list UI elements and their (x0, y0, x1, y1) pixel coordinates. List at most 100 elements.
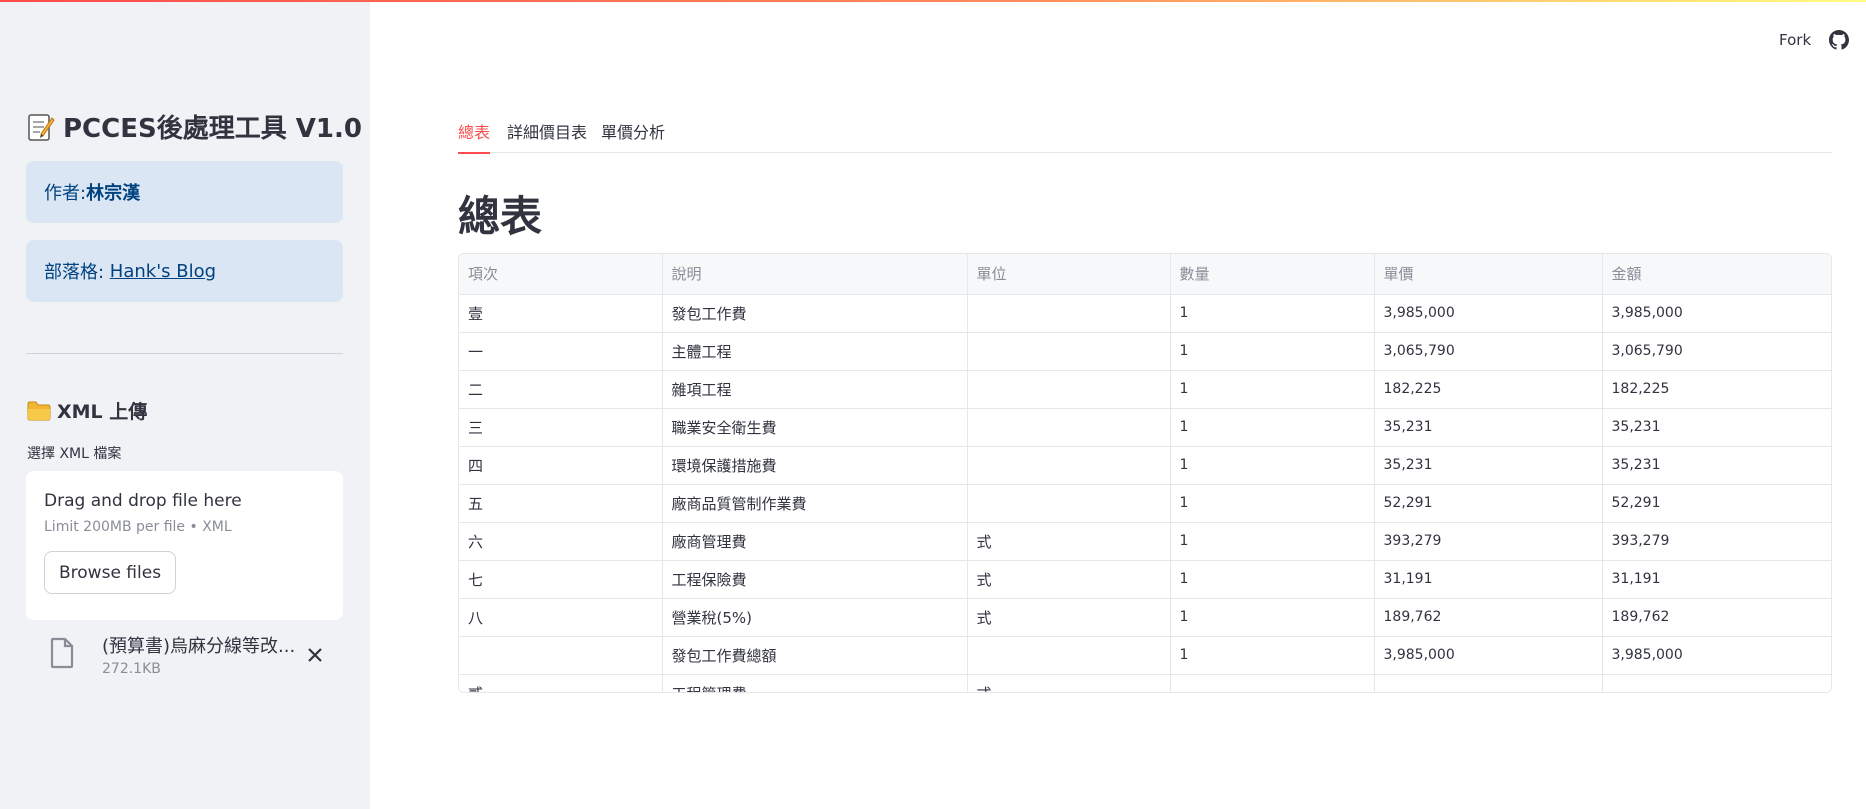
dropzone-text: Drag and drop file here (44, 491, 242, 511)
cell-amount[interactable]: 3,985,000 (1602, 294, 1831, 333)
cell-unit-price[interactable]: 3,985,000 (1374, 636, 1603, 675)
cell-quantity[interactable]: 1 (1170, 370, 1375, 409)
page-title: 總表 (458, 192, 543, 241)
cell-item-no[interactable]: 貳 (459, 674, 663, 692)
cell-item-no[interactable]: 一 (459, 332, 663, 371)
cell-description[interactable]: 雜項工程 (662, 370, 968, 409)
table-header-row: 項次 說明 單位 數量 單價 金額 (459, 254, 1831, 295)
author-info-box: 作者: 林宗漢 (26, 161, 343, 223)
cell-amount[interactable]: 31,191 (1602, 560, 1831, 599)
summary-data-table: 項次 說明 單位 數量 單價 金額 壹發包工作費 1 3,985,000 3,985,… (459, 254, 1831, 692)
cell-unit[interactable] (967, 370, 1171, 409)
cell-description[interactable]: 廠商管理費 (662, 522, 968, 561)
cell-description[interactable]: 廠商品質管制作業費 (662, 484, 968, 523)
cell-unit[interactable] (967, 446, 1171, 485)
column-header-quantity[interactable]: 數量 (1170, 254, 1375, 295)
cell-item-no[interactable]: 八 (459, 598, 663, 637)
cell-quantity[interactable]: 1 (1170, 294, 1375, 333)
cell-unit[interactable] (967, 294, 1171, 333)
cell-unit[interactable] (967, 408, 1171, 447)
cell-unit-price[interactable]: 182,225 (1374, 370, 1603, 409)
cell-unit[interactable]: 式 (967, 598, 1171, 637)
cell-item-no[interactable]: 七 (459, 560, 663, 599)
table-row: 壹發包工作費 1 3,985,000 3,985,000 (459, 294, 1831, 333)
folder-icon (27, 401, 51, 420)
tab-unit-price-analysis[interactable]: 單價分析 (601, 119, 665, 153)
cell-unit-price[interactable]: 3,065,790 (1374, 332, 1603, 371)
cell-amount[interactable]: 189,762 (1602, 598, 1831, 637)
browse-files-button[interactable]: Browse files (44, 551, 177, 594)
cell-item-no[interactable]: 二 (459, 370, 663, 409)
cell-unit-price[interactable] (1374, 674, 1603, 692)
column-header-unit-price[interactable]: 單價 (1374, 254, 1603, 295)
cell-amount[interactable] (1602, 674, 1831, 692)
cell-description[interactable]: 環境保護措施費 (662, 446, 968, 485)
github-icon[interactable] (1829, 30, 1849, 50)
cell-item-no[interactable] (459, 636, 663, 675)
table-row: 二雜項工程 1 182,225 182,225 (459, 370, 1831, 409)
cell-unit-price[interactable]: 52,291 (1374, 484, 1603, 523)
blog-link[interactable]: Hank's Blog (110, 261, 216, 282)
author-label: 作者: (44, 183, 87, 204)
cell-unit[interactable] (967, 332, 1171, 371)
cell-quantity[interactable]: 1 (1170, 446, 1375, 485)
cell-item-no[interactable]: 四 (459, 446, 663, 485)
summary-table[interactable]: 項次 說明 單位 數量 單價 金額 壹發包工作費 1 3,985,000 3,985,… (458, 253, 1832, 693)
cell-quantity[interactable]: 1 (1170, 332, 1375, 371)
cell-unit[interactable] (967, 636, 1171, 675)
cell-unit-price[interactable]: 189,762 (1374, 598, 1603, 637)
cell-quantity[interactable]: 1 (1170, 598, 1375, 637)
cell-amount[interactable]: 35,231 (1602, 446, 1831, 485)
cell-quantity[interactable]: 1 (1170, 408, 1375, 447)
cell-quantity[interactable]: 1 (1170, 560, 1375, 599)
column-header-description[interactable]: 說明 (662, 254, 968, 295)
cell-amount[interactable]: 35,231 (1602, 408, 1831, 447)
cell-unit-price[interactable]: 35,231 (1374, 408, 1603, 447)
cell-unit[interactable]: 式 (967, 674, 1171, 692)
cell-unit[interactable]: 式 (967, 522, 1171, 561)
cell-unit-price[interactable]: 393,279 (1374, 522, 1603, 561)
cell-amount[interactable]: 3,065,790 (1602, 332, 1831, 371)
cell-quantity[interactable]: 1 (1170, 484, 1375, 523)
cell-description[interactable]: 工程保險費 (662, 560, 968, 599)
column-header-unit[interactable]: 單位 (967, 254, 1171, 295)
cell-quantity[interactable]: 1 (1170, 636, 1375, 675)
cell-unit-price[interactable]: 31,191 (1374, 560, 1603, 599)
dropzone-limit: Limit 200MB per file • XML (44, 519, 232, 535)
table-row: 一主體工程 1 3,065,790 3,065,790 (459, 332, 1831, 371)
tab-summary[interactable]: 總表 (458, 119, 491, 154)
cell-item-no[interactable]: 壹 (459, 294, 663, 333)
cell-unit[interactable] (967, 484, 1171, 523)
close-icon[interactable] (304, 644, 326, 666)
upload-header: XML 上傳 (27, 397, 147, 424)
cell-quantity[interactable]: 1 (1170, 522, 1375, 561)
table-row: 八營業稅(5%) 式 1 189,762 189,762 (459, 598, 1831, 637)
cell-unit-price[interactable]: 35,231 (1374, 446, 1603, 485)
column-header-amount[interactable]: 金額 (1602, 254, 1831, 295)
cell-unit[interactable]: 式 (967, 560, 1171, 599)
cell-amount[interactable]: 393,279 (1602, 522, 1831, 561)
tab-detailed-price-list[interactable]: 詳細價目表 (507, 119, 587, 153)
column-header-item-no[interactable]: 項次 (459, 254, 663, 295)
cell-amount[interactable]: 182,225 (1602, 370, 1831, 409)
fork-link[interactable]: Fork (1779, 31, 1811, 49)
table-row: 貳工程管理費式 (459, 674, 1831, 692)
cell-item-no[interactable]: 六 (459, 522, 663, 561)
cell-description[interactable]: 發包工作費 (662, 294, 968, 333)
cell-description[interactable]: 發包工作費總額 (662, 636, 968, 675)
upload-header-text: XML 上傳 (57, 401, 148, 423)
top-decoration-bar (0, 0, 1866, 2)
cell-item-no[interactable]: 三 (459, 408, 663, 447)
cell-description[interactable]: 營業稅(5%) (662, 598, 968, 637)
cell-description[interactable]: 主體工程 (662, 332, 968, 371)
cell-amount[interactable]: 52,291 (1602, 484, 1831, 523)
sidebar-divider (26, 353, 343, 354)
cell-amount[interactable]: 3,985,000 (1602, 636, 1831, 675)
cell-description[interactable]: 工程管理費 (662, 674, 968, 692)
file-dropzone[interactable]: Drag and drop file here Limit 200MB per … (26, 471, 343, 620)
cell-item-no[interactable]: 五 (459, 484, 663, 523)
cell-description[interactable]: 職業安全衛生費 (662, 408, 968, 447)
cell-unit-price[interactable]: 3,985,000 (1374, 294, 1603, 333)
cell-quantity[interactable] (1170, 674, 1375, 692)
table-row: 六廠商管理費式 1 393,279 393,279 (459, 522, 1831, 561)
